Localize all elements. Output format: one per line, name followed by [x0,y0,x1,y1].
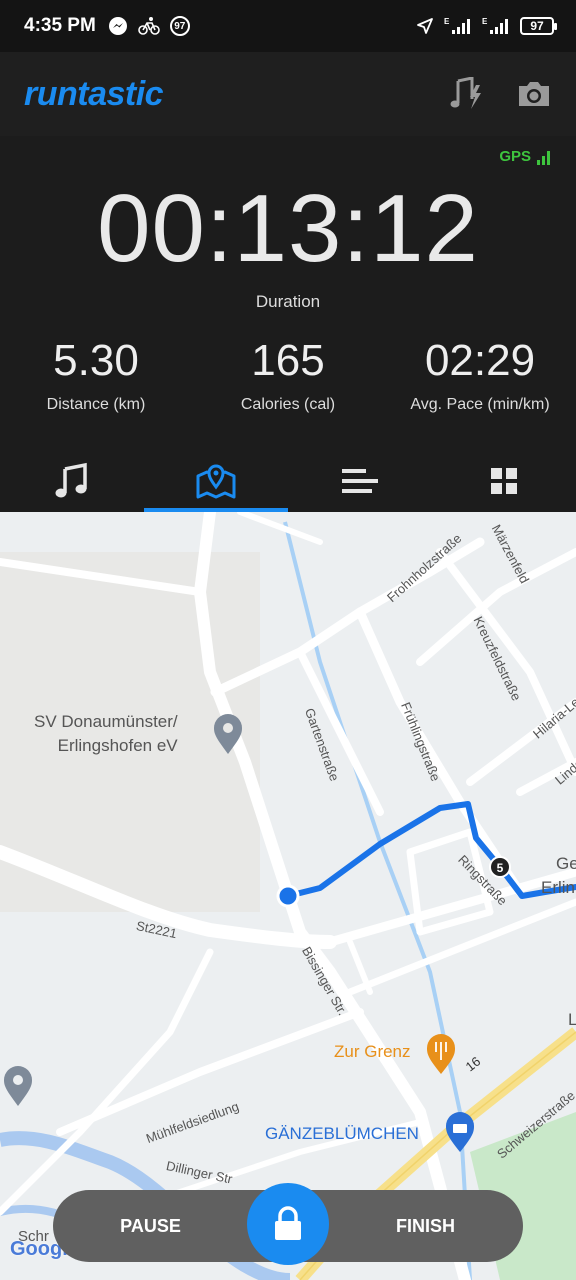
duration-value: 00:13:12 [97,175,479,282]
route-16-label: 16 [463,1054,484,1075]
pace-value: 02:29 [424,336,536,385]
poi-ge: Ge [556,854,576,873]
km-marker-label: 5 [497,861,504,875]
tab-dashboard[interactable] [432,450,576,512]
poi-sv-donaumuenster[interactable]: SV Donaumünster/ Erlingshofen eV [34,710,178,758]
notification-badge: 97 [169,16,190,36]
powersong-music-icon[interactable] [450,77,482,111]
gps-label: GPS [499,148,531,165]
calories-value: 165 [251,336,325,385]
cycling-icon [138,17,160,35]
current-position-dot [276,884,300,908]
pause-button[interactable]: PAUSE [53,1216,248,1237]
pace-label: Avg. Pace (min/km) [410,396,550,413]
lock-button[interactable] [247,1183,329,1265]
clock: 4:35 PM [24,15,96,36]
distance-metric: 5.30 Distance (km) [0,336,192,414]
calories-label: Calories (cal) [240,396,336,413]
signal-icon-1: E [444,17,470,34]
gps-indicator: GPS [499,148,550,165]
camera-icon[interactable] [516,80,552,108]
calories-metric: 165 Calories (cal) [192,336,384,414]
runtastic-logo: runtastic [24,74,164,113]
music-note-icon [55,462,87,498]
stream [283,521,472,1280]
network-type-2: E [482,17,488,26]
messenger-icon [108,17,127,35]
view-tabs [0,450,576,512]
place-pin-icon [4,1066,32,1106]
battery-icon: 97 [520,17,557,35]
route-map[interactable]: 5 16 Frohnholzstraße Märzenfeld Kreuzfel… [0,512,576,1280]
pace-metric: 02:29 Avg. Pace (min/km) [384,336,576,414]
poi-erlin: Erlin [541,878,576,897]
poi-gaenzebluemchen[interactable]: GÄNZEBLÜMCHEN [265,1124,419,1144]
bar-list-icon [342,469,378,493]
finish-button[interactable]: FINISH [328,1216,523,1237]
network-type-1: E [444,17,450,26]
tab-map[interactable] [144,450,288,512]
lock-icon [275,1206,301,1240]
app-bar: runtastic [0,52,576,136]
grid-icon [491,468,517,494]
distance-value: 5.30 [53,336,139,385]
location-arrow-icon [417,18,433,34]
status-bar: 4:35 PM 97 E E 97 [0,0,576,52]
tab-music[interactable] [0,450,144,512]
tab-stats-list[interactable] [288,450,432,512]
distance-label: Distance (km) [46,396,146,413]
gps-signal-icon [537,151,550,165]
map-pin-icon [196,464,236,499]
duration-label: Duration [255,292,321,311]
session-stats-panel: GPS 00:13:12 Duration 5.30 Distance (km)… [0,136,576,450]
signal-icon-2: E [482,17,508,34]
poi-l: L [568,1010,576,1029]
poi-zur-grenz[interactable]: Zur Grenz [334,1042,411,1062]
